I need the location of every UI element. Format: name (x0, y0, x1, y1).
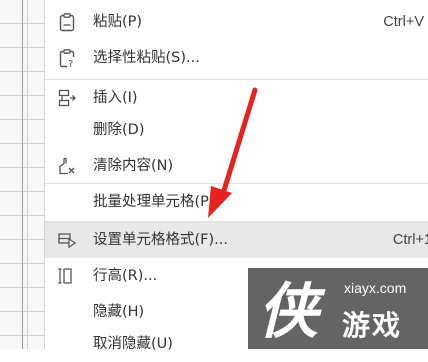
watermark: 侠 xiayx.com 游戏 (248, 268, 428, 349)
menu-item-clear-contents[interactable]: 清除内容(N) (45, 148, 428, 184)
menu-item-label: 插入(I) (93, 90, 138, 106)
menu-item-shortcut: Ctrl+V (383, 14, 424, 30)
svg-text:侠: 侠 (258, 277, 326, 342)
spreadsheet-grid (0, 0, 45, 349)
menu-item-label: 行高(R)... (93, 268, 158, 284)
svg-text:?: ? (68, 59, 73, 68)
menu-item-label: 粘贴(P) (93, 14, 143, 30)
menu-item-batch-process[interactable]: 批量处理单元格(P) (45, 184, 428, 220)
menu-item-label: 删除(D) (93, 122, 145, 138)
row-height-icon (57, 266, 77, 286)
insert-icon (57, 88, 77, 108)
watermark-name: 游戏 (342, 309, 403, 342)
menu-item-paste-special[interactable]: ? 选择性粘贴(S)... (45, 40, 428, 76)
menu-item-format-cells[interactable]: 设置单元格格式(F)... Ctrl+1 (45, 222, 428, 258)
menu-item-insert[interactable]: 插入(I) (45, 80, 428, 116)
menu-item-paste[interactable]: 粘贴(P) Ctrl+V (45, 4, 428, 40)
paste-special-icon: ? (57, 48, 77, 68)
menu-item-label: 设置单元格格式(F)... (93, 232, 228, 248)
paste-icon (57, 12, 77, 32)
menu-item-label: 选择性粘贴(S)... (93, 50, 200, 66)
menu-item-shortcut: Ctrl+1 (392, 232, 428, 248)
clear-contents-icon (57, 156, 77, 176)
menu-item-delete[interactable]: 删除(D) (45, 112, 428, 148)
menu-item-label: 批量处理单元格(P) (93, 194, 215, 210)
watermark-site: xiayx.com (344, 280, 407, 296)
format-cells-icon (57, 230, 77, 250)
menu-item-label: 取消隐藏(U) (93, 336, 173, 352)
menu-item-label: 隐藏(H) (93, 304, 145, 320)
menu-item-label: 清除内容(N) (93, 158, 174, 174)
watermark-logo: 侠 (258, 277, 326, 342)
